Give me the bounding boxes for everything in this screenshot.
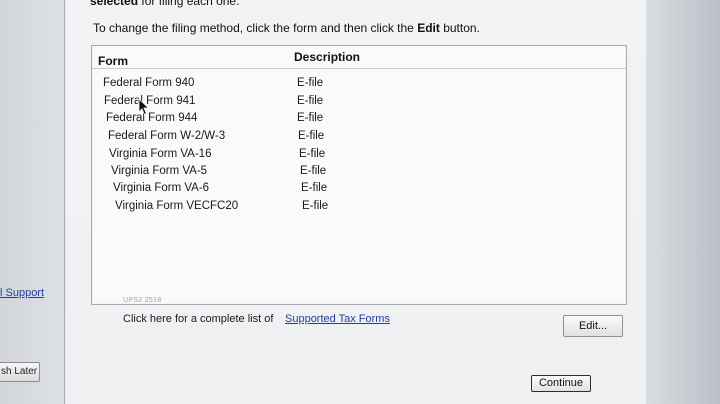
version-label: UPS2 2518 xyxy=(123,297,162,304)
table-row[interactable]: Virginia Form VA-16 E-file xyxy=(109,148,359,164)
row-description: E-file xyxy=(297,112,324,124)
right-edge-shade xyxy=(646,0,720,404)
row-form-name: Federal Form 944 xyxy=(106,112,198,124)
column-header-form[interactable]: Form xyxy=(98,54,128,68)
instruction-edit-word: Edit xyxy=(417,21,440,35)
row-form-name: Federal Form W-2/W-3 xyxy=(108,130,226,142)
row-form-name: Virginia Form VA-5 xyxy=(111,165,208,177)
row-description: E-file xyxy=(300,165,327,177)
row-description: E-file xyxy=(298,130,325,142)
instruction-text: To change the filing method, click the f… xyxy=(93,21,480,35)
row-form-name: Virginia Form VA-16 xyxy=(109,148,212,160)
row-form-name: Virginia Form VA-6 xyxy=(113,182,210,194)
table-row[interactable]: Virginia Form VA-6 E-file xyxy=(113,182,363,198)
complete-list-text: Click here for a complete list of xyxy=(123,313,274,325)
row-description: E-file xyxy=(302,200,329,212)
edit-button[interactable]: Edit... xyxy=(563,315,623,337)
table-row[interactable]: Federal Form W-2/W-3 E-file xyxy=(108,130,358,146)
left-rail xyxy=(0,0,65,404)
top-bold-text: selected xyxy=(90,0,139,8)
support-link[interactable]: l Support xyxy=(0,287,44,299)
column-header-description[interactable]: Description xyxy=(294,50,360,64)
row-form-name: Virginia Form VECFC20 xyxy=(115,200,239,212)
table-row[interactable]: Federal Form 940 E-file xyxy=(103,77,353,93)
top-rest-text: for filing each one. xyxy=(138,0,240,8)
list-header: Form Description xyxy=(92,46,626,69)
top-instruction-text: selected for filing each one. xyxy=(90,0,239,8)
table-row[interactable]: Virginia Form VECFC20 E-file xyxy=(115,200,365,216)
finish-later-button[interactable]: sh Later xyxy=(0,362,40,382)
instruction-suffix: button. xyxy=(439,21,480,35)
screen: l Support sh Later selected for filing e… xyxy=(0,0,720,404)
row-description: E-file xyxy=(297,77,324,89)
mouse-cursor-icon xyxy=(138,98,150,116)
row-form-name: Federal Form 940 xyxy=(103,77,195,89)
table-row[interactable]: Virginia Form VA-5 E-file xyxy=(111,165,361,181)
row-description: E-file xyxy=(299,148,326,160)
supported-tax-forms-link[interactable]: Supported Tax Forms xyxy=(285,313,390,325)
instruction-prefix: To change the filing method, click the f… xyxy=(93,21,418,35)
row-description: E-file xyxy=(297,95,324,107)
row-description: E-file xyxy=(301,182,328,194)
forms-list[interactable]: Form Description Federal Form 940 E-file… xyxy=(91,45,627,305)
continue-button[interactable]: Continue xyxy=(531,375,591,392)
